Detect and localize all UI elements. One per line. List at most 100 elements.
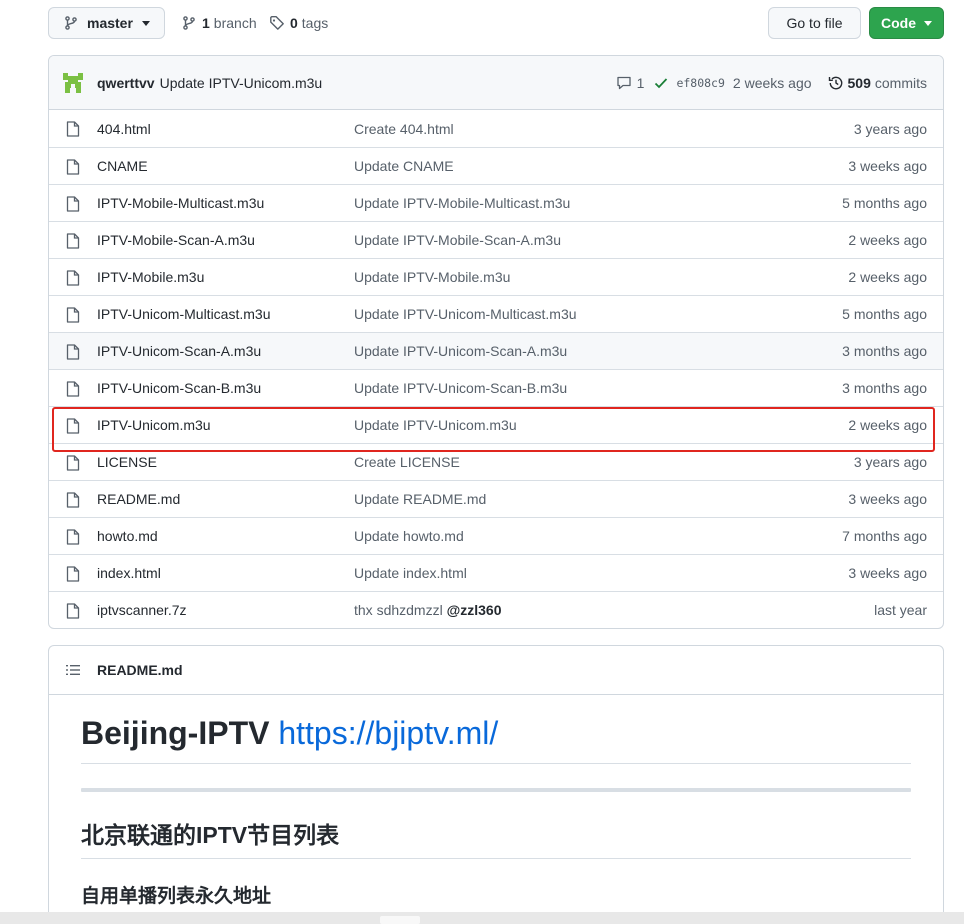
file-name[interactable]: 404.html	[97, 121, 151, 137]
file-commit-message[interactable]: Update index.html	[354, 565, 467, 581]
file-age: 3 weeks ago	[848, 491, 927, 507]
commit-message[interactable]: Update IPTV-Unicom.m3u	[160, 75, 323, 91]
table-row[interactable]: CNAME Update CNAME 3 weeks ago	[49, 147, 943, 184]
file-icon	[66, 455, 80, 471]
chevron-down-icon	[141, 20, 150, 26]
file-name[interactable]: index.html	[97, 565, 161, 581]
file-commit-message[interactable]: Update IPTV-Unicom-Multicast.m3u	[354, 306, 577, 322]
horizontal-scrollbar[interactable]	[0, 912, 964, 924]
table-row[interactable]: index.html Update index.html 3 weeks ago	[49, 554, 943, 591]
file-icon-wrap	[66, 418, 80, 437]
code-button-label: Code	[881, 15, 916, 31]
file-name[interactable]: IPTV-Unicom-Scan-B.m3u	[97, 380, 261, 396]
tag-label: tags	[301, 15, 329, 31]
check-status[interactable]	[654, 76, 668, 90]
file-commit-message-wrap: Update IPTV-Mobile-Multicast.m3u	[354, 195, 570, 211]
user-mention[interactable]: @zzl360	[447, 602, 502, 618]
file-commit-message-wrap: Update CNAME	[354, 158, 454, 174]
branches-link[interactable]: 1 branch	[181, 7, 257, 39]
file-commit-message[interactable]: Update IPTV-Unicom.m3u	[354, 417, 517, 433]
file-commit-message[interactable]: Update README.md	[354, 491, 486, 507]
file-commit-message[interactable]: Update IPTV-Mobile-Scan-A.m3u	[354, 232, 561, 248]
file-icon	[66, 603, 80, 619]
file-name[interactable]: IPTV-Mobile.m3u	[97, 269, 204, 285]
avatar[interactable]	[61, 70, 85, 95]
list-icon[interactable]	[65, 662, 81, 678]
file-commit-message[interactable]: Update howto.md	[354, 528, 464, 544]
file-age: 7 months ago	[842, 528, 927, 544]
go-to-file-button[interactable]: Go to file	[768, 7, 861, 39]
table-row[interactable]: LICENSE Create LICENSE 3 years ago	[49, 443, 943, 480]
table-row[interactable]: IPTV-Mobile-Scan-A.m3u Update IPTV-Mobile…	[49, 221, 943, 258]
file-commit-message-wrap: Create 404.html	[354, 121, 454, 137]
commit-count: 509	[847, 75, 871, 91]
readme-title-text: Beijing-IPTV	[81, 715, 270, 751]
commit-sha[interactable]: ef808c9	[676, 76, 724, 90]
file-name[interactable]: IPTV-Unicom-Multicast.m3u	[97, 306, 270, 322]
table-row[interactable]: howto.md Update howto.md 7 months ago	[49, 517, 943, 554]
file-name[interactable]: CNAME	[97, 158, 148, 174]
file-name[interactable]: IPTV-Mobile-Multicast.m3u	[97, 195, 264, 211]
commit-author[interactable]: qwerttvv	[97, 75, 155, 91]
table-row[interactable]: 404.html Create 404.html 3 years ago	[49, 110, 943, 147]
file-age: 3 weeks ago	[848, 565, 927, 581]
file-commit-message[interactable]: Create LICENSE	[354, 454, 460, 470]
comment-icon	[616, 76, 631, 90]
file-name[interactable]: IPTV-Unicom-Scan-A.m3u	[97, 343, 261, 359]
table-row[interactable]: IPTV-Mobile.m3u Update IPTV-Mobile.m3u 2 w…	[49, 258, 943, 295]
commits-link[interactable]: 509 commits	[828, 75, 927, 91]
file-commit-message[interactable]: Update CNAME	[354, 158, 454, 174]
file-icon-wrap	[66, 159, 80, 178]
file-name[interactable]: LICENSE	[97, 454, 157, 470]
table-row[interactable]: IPTV-Unicom-Multicast.m3u Update IPTV-Uni…	[49, 295, 943, 332]
repo-toolbar: master 1 branch 0 tags Go to file Code	[48, 7, 944, 39]
file-commit-message-wrap: Update index.html	[354, 565, 467, 581]
file-name[interactable]: howto.md	[97, 528, 158, 544]
file-name[interactable]: IPTV-Unicom.m3u	[97, 417, 211, 433]
file-name[interactable]: iptvscanner.7z	[97, 602, 187, 618]
file-commit-message[interactable]: thx sdhzdmzzl	[354, 602, 443, 618]
file-icon	[66, 270, 80, 286]
file-commit-message[interactable]: Create 404.html	[354, 121, 454, 137]
file-icon-wrap	[66, 196, 80, 215]
code-button[interactable]: Code	[869, 7, 944, 39]
file-commit-message[interactable]: Update IPTV-Unicom-Scan-B.m3u	[354, 380, 567, 396]
file-age: 3 weeks ago	[848, 158, 927, 174]
file-commit-message[interactable]: Update IPTV-Mobile-Multicast.m3u	[354, 195, 570, 211]
scrollbar-thumb[interactable]	[380, 916, 420, 924]
file-commit-message-wrap: Update howto.md	[354, 528, 464, 544]
branch-select-button[interactable]: master	[48, 7, 165, 39]
file-icon-wrap	[66, 121, 80, 140]
file-age: 3 years ago	[853, 120, 927, 137]
file-commit-message[interactable]: Update IPTV-Unicom-Scan-A.m3u	[354, 343, 567, 359]
file-age: 2 weeks ago	[848, 269, 927, 285]
file-commit-message-wrap: Update IPTV-Unicom.m3u	[354, 417, 517, 433]
table-row[interactable]: IPTV-Unicom-Scan-B.m3u Update IPTV-Unicom…	[49, 369, 943, 406]
file-icon	[66, 418, 80, 434]
table-row[interactable]: README.md Update README.md 3 weeks ago	[49, 480, 943, 517]
readme-content: Beijing-IPTV https://bjiptv.ml/ 北京联通的IPT…	[49, 695, 943, 908]
git-branch-icon	[183, 16, 195, 30]
file-name[interactable]: IPTV-Mobile-Scan-A.m3u	[97, 232, 255, 248]
tags-link[interactable]: 0 tags	[269, 7, 328, 39]
readme-filename[interactable]: README.md	[97, 662, 183, 678]
file-name[interactable]: README.md	[97, 491, 180, 507]
readme-heading-3: 自用单播列表永久地址	[81, 886, 272, 907]
readme-title-link[interactable]: https://bjiptv.ml/	[278, 715, 498, 751]
file-commit-message[interactable]: Update IPTV-Mobile.m3u	[354, 269, 510, 285]
table-row[interactable]: IPTV-Unicom.m3u Update IPTV-Unicom.m3u 2 w…	[49, 406, 943, 443]
table-row[interactable]: iptvscanner.7z thx sdhzdmzzl @zzl360 last …	[49, 591, 943, 628]
comments-link[interactable]: 1	[616, 75, 644, 91]
file-icon-wrap	[66, 344, 80, 363]
table-row[interactable]: IPTV-Unicom-Scan-A.m3u Update IPTV-Unicom…	[49, 332, 943, 369]
readme-box: README.md Beijing-IPTV https://bjiptv.ml…	[48, 645, 944, 924]
file-icon-wrap	[66, 455, 80, 474]
file-age: last year	[874, 602, 927, 618]
file-commit-message-wrap: Update IPTV-Unicom-Scan-A.m3u	[354, 343, 567, 359]
file-icon-wrap	[66, 529, 80, 548]
file-icon-wrap	[66, 603, 80, 622]
file-rows: 404.html Create 404.html 3 years ago CNAME U…	[49, 110, 943, 628]
table-row[interactable]: IPTV-Mobile-Multicast.m3u Update IPTV-Mob…	[49, 184, 943, 221]
file-icon-wrap	[66, 270, 80, 289]
commit-meta: 1 ef808c9 2 weeks ago 509 commits	[606, 56, 927, 110]
